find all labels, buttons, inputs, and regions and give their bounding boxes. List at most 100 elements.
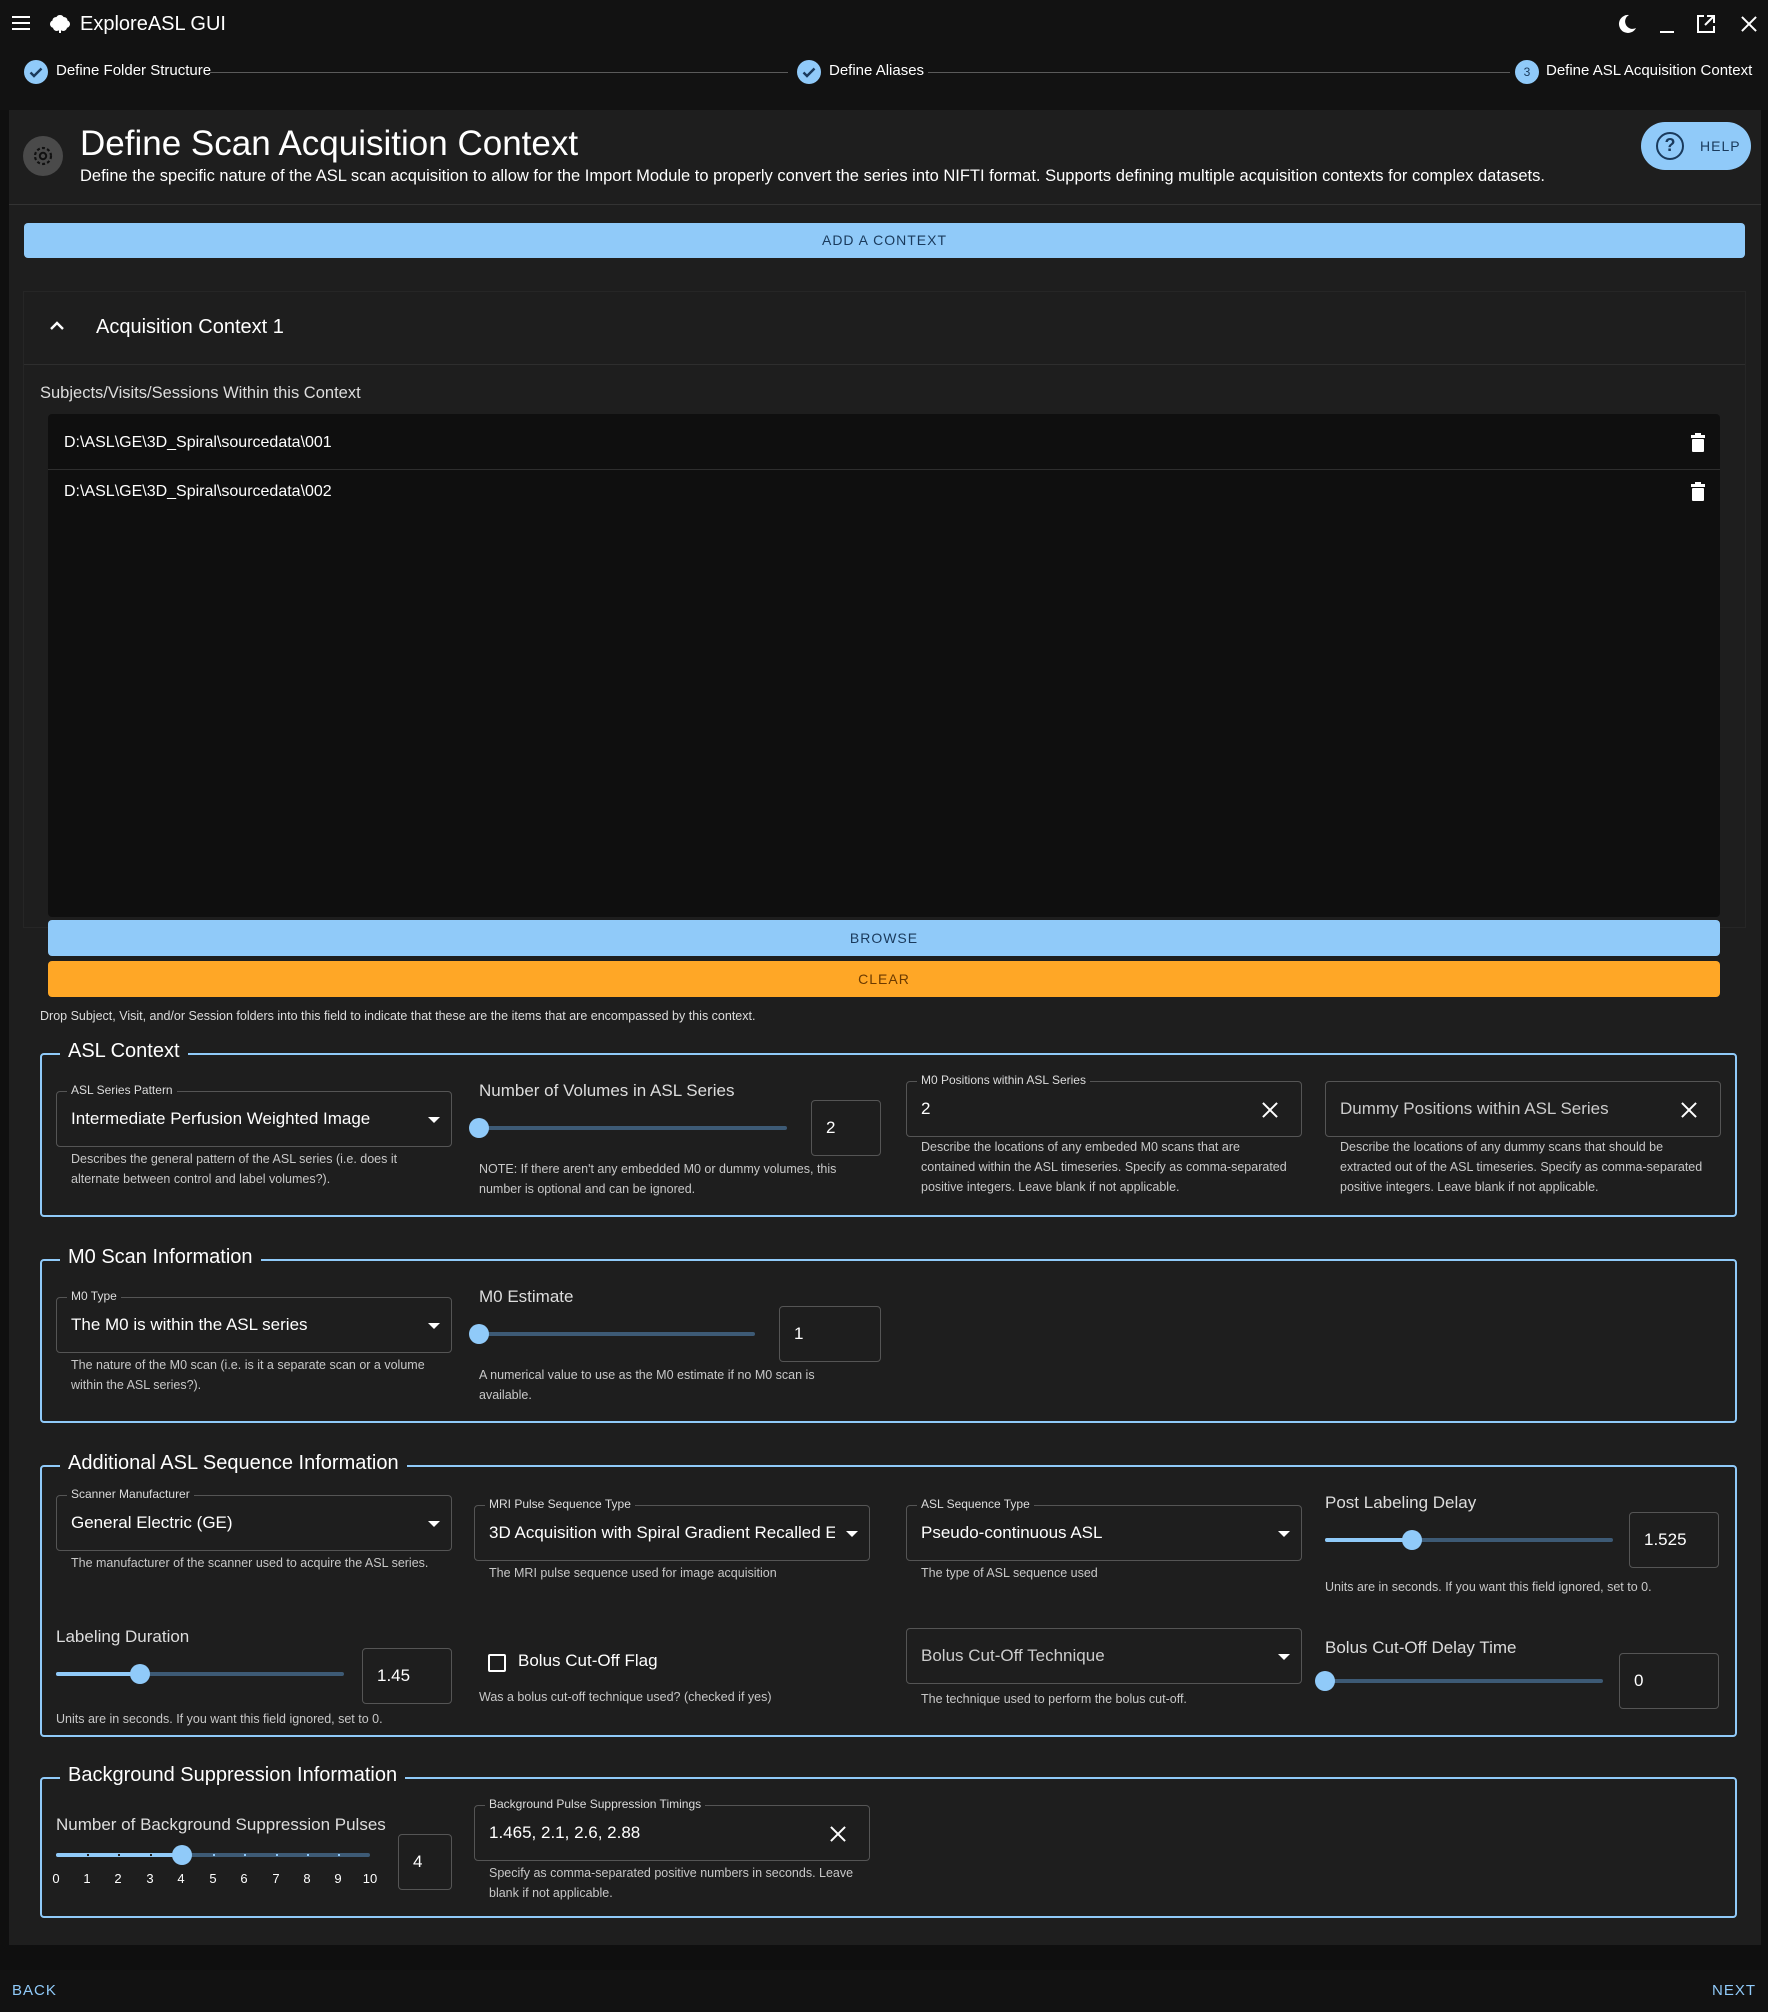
pld-help: Units are in seconds. If you want this f…: [1325, 1580, 1652, 1594]
m0-type-select[interactable]: M0 Type The M0 is within the ASL series: [56, 1289, 452, 1353]
slider-mark: 3: [146, 1871, 154, 1886]
asl-sequence-type-select[interactable]: ASL Sequence Type Pseudo-continuous ASL: [906, 1497, 1302, 1561]
m0-positions-input[interactable]: M0 Positions within ASL Series 2: [906, 1073, 1302, 1137]
m0-estimate-slider-thumb[interactable]: [469, 1324, 489, 1344]
additional-info-fieldset: Additional ASL Sequence Information Scan…: [40, 1452, 1737, 1737]
additional-info-legend: Additional ASL Sequence Information: [60, 1452, 407, 1475]
num-pulses-slider-thumb[interactable]: [172, 1845, 192, 1865]
pld-label: Post Labeling Delay: [1325, 1493, 1477, 1512]
clear-field-icon[interactable]: [1678, 1099, 1700, 1121]
main-panel: Define Scan Acquisition Context Define t…: [9, 110, 1761, 1945]
chevron-up-icon[interactable]: [50, 321, 64, 331]
next-button[interactable]: NEXT: [1712, 1982, 1756, 1999]
slider-mark: 8: [303, 1871, 311, 1886]
clear-field-icon[interactable]: [1259, 1099, 1281, 1121]
minimize-icon[interactable]: [1660, 31, 1674, 33]
pld-slider-track[interactable]: [1325, 1538, 1613, 1542]
num-volumes-slider-track[interactable]: [479, 1126, 787, 1130]
step-1-check-icon[interactable]: [24, 60, 48, 84]
labeling-duration-label: Labeling Duration: [56, 1627, 190, 1646]
slider-mark: 9: [334, 1871, 342, 1886]
manufacturer-help: The manufacturer of the scanner used to …: [71, 1556, 429, 1570]
dark-mode-icon[interactable]: [1616, 13, 1638, 35]
clear-button[interactable]: CLEAR: [48, 961, 1720, 997]
bolus-flag-checkbox[interactable]: [488, 1654, 506, 1672]
step-2-label[interactable]: Define Aliases: [829, 62, 924, 79]
menu-icon[interactable]: [12, 16, 30, 30]
num-volumes-label: Number of Volumes in ASL Series: [479, 1081, 735, 1100]
bolus-delay-slider-thumb[interactable]: [1315, 1671, 1335, 1691]
step-3-number-icon[interactable]: 3: [1515, 60, 1539, 84]
asl-series-pattern-select[interactable]: ASL Series Pattern Intermediate Perfusio…: [56, 1083, 452, 1147]
num-pulses-slider-track[interactable]: [56, 1853, 370, 1857]
close-window-icon[interactable]: [1738, 13, 1760, 35]
pulse-timings-label: Background Pulse Suppression Timings: [485, 1797, 706, 1811]
background-suppression-legend: Background Suppression Information: [60, 1764, 406, 1787]
brain-logo-icon: [50, 15, 70, 33]
m0-estimate-input[interactable]: 1: [779, 1306, 881, 1362]
asl-sequence-type-label: ASL Sequence Type: [917, 1497, 1034, 1511]
manufacturer-select[interactable]: Scanner Manufacturer General Electric (G…: [56, 1487, 452, 1551]
background-suppression-fieldset: Background Suppression Information Numbe…: [40, 1764, 1737, 1918]
pld-value: 1.525: [1644, 1530, 1687, 1549]
maximize-icon[interactable]: [1696, 14, 1716, 34]
step-1-label[interactable]: Define Folder Structure: [56, 62, 211, 79]
manufacturer-value: General Electric (GE): [71, 1513, 233, 1532]
step-3-label[interactable]: Define ASL Acquisition Context: [1546, 62, 1752, 79]
browse-button[interactable]: BROWSE: [48, 920, 1720, 956]
slider-mark: 1: [83, 1871, 91, 1886]
bolus-technique-select[interactable]: Bolus Cut-Off Technique: [906, 1628, 1302, 1684]
bolus-delay-value: 0: [1634, 1671, 1644, 1690]
pld-slider-thumb[interactable]: [1402, 1530, 1422, 1550]
pulse-sequence-select[interactable]: MRI Pulse Sequence Type 3D Acquisition w…: [474, 1497, 870, 1561]
m0-type-label: M0 Type: [67, 1289, 121, 1303]
step-2-check-icon[interactable]: [797, 60, 821, 84]
bolus-flag-label[interactable]: Bolus Cut-Off Flag: [518, 1651, 658, 1671]
num-volumes-slider-thumb[interactable]: [469, 1118, 489, 1138]
step-3-number: 3: [1523, 65, 1531, 79]
accordion-title: Acquisition Context 1: [96, 316, 284, 338]
asl-series-pattern-help: Describes the general pattern of the ASL…: [71, 1152, 398, 1186]
m0-positions-help: Describe the locations of any embeded M0…: [921, 1140, 1287, 1194]
pulse-sequence-label: MRI Pulse Sequence Type: [485, 1497, 635, 1511]
pld-input[interactable]: 1.525: [1629, 1512, 1719, 1568]
dropdown-arrow-icon: [428, 1521, 440, 1527]
path-text: D:\ASL\GE\3D_Spiral\sourcedata\001: [64, 434, 332, 451]
add-context-button[interactable]: ADD A CONTEXT: [24, 223, 1745, 258]
asl-context-fieldset: ASL Context ASL Series Pattern Intermedi…: [40, 1040, 1737, 1217]
slider-mark: 2: [114, 1871, 122, 1886]
footer-bar: BACK NEXT: [0, 1970, 1768, 2012]
back-button[interactable]: BACK: [12, 1982, 57, 1999]
num-pulses-input[interactable]: 4: [398, 1834, 452, 1890]
num-volumes-input[interactable]: 2: [811, 1100, 881, 1156]
trash-icon[interactable]: [1691, 433, 1705, 452]
m0-estimate-slider-track[interactable]: [479, 1332, 755, 1336]
labeling-duration-slider-thumb[interactable]: [130, 1664, 150, 1684]
accordion-header[interactable]: Acquisition Context 1: [24, 292, 1745, 365]
trash-icon[interactable]: [1691, 482, 1705, 501]
pulse-sequence-help: The MRI pulse sequence used for image ac…: [489, 1566, 777, 1580]
clear-field-icon[interactable]: [827, 1823, 849, 1845]
dummy-positions-input[interactable]: Dummy Positions within ASL Series: [1325, 1081, 1721, 1137]
paths-dropzone[interactable]: D:\ASL\GE\3D_Spiral\sourcedata\001 D:\AS…: [48, 414, 1720, 917]
num-pulses-value: 4: [413, 1852, 423, 1871]
bolus-technique-help: The technique used to perform the bolus …: [921, 1692, 1187, 1706]
pulse-timings-input[interactable]: Background Pulse Suppression Timings 1.4…: [474, 1797, 870, 1861]
slider-mark: 0: [52, 1871, 60, 1886]
bolus-technique-placeholder: Bolus Cut-Off Technique: [921, 1646, 1105, 1665]
m0-positions-label: M0 Positions within ASL Series: [917, 1073, 1090, 1087]
labeling-duration-slider-track[interactable]: [56, 1672, 344, 1676]
pulse-timings-help: Specify as comma-separated positive numb…: [489, 1866, 854, 1900]
title-bar: ExploreASL GUI: [0, 0, 1768, 48]
bolus-delay-label: Bolus Cut-Off Delay Time: [1325, 1638, 1517, 1657]
num-volumes-help: NOTE: If there aren't any embedded M0 or…: [479, 1162, 837, 1196]
labeling-duration-input[interactable]: 1.45: [362, 1648, 452, 1704]
path-row: D:\ASL\GE\3D_Spiral\sourcedata\001: [48, 414, 1720, 470]
bolus-delay-input[interactable]: 0: [1619, 1653, 1719, 1709]
bolus-flag-help: Was a bolus cut-off technique used? (che…: [479, 1690, 772, 1704]
page-description: Define the specific nature of the ASL sc…: [80, 167, 1545, 185]
page-title: Define Scan Acquisition Context: [80, 124, 579, 163]
bolus-delay-slider-track[interactable]: [1325, 1679, 1603, 1683]
help-circle-icon: ?: [1656, 132, 1684, 160]
help-button[interactable]: ? HELP: [1641, 122, 1751, 170]
